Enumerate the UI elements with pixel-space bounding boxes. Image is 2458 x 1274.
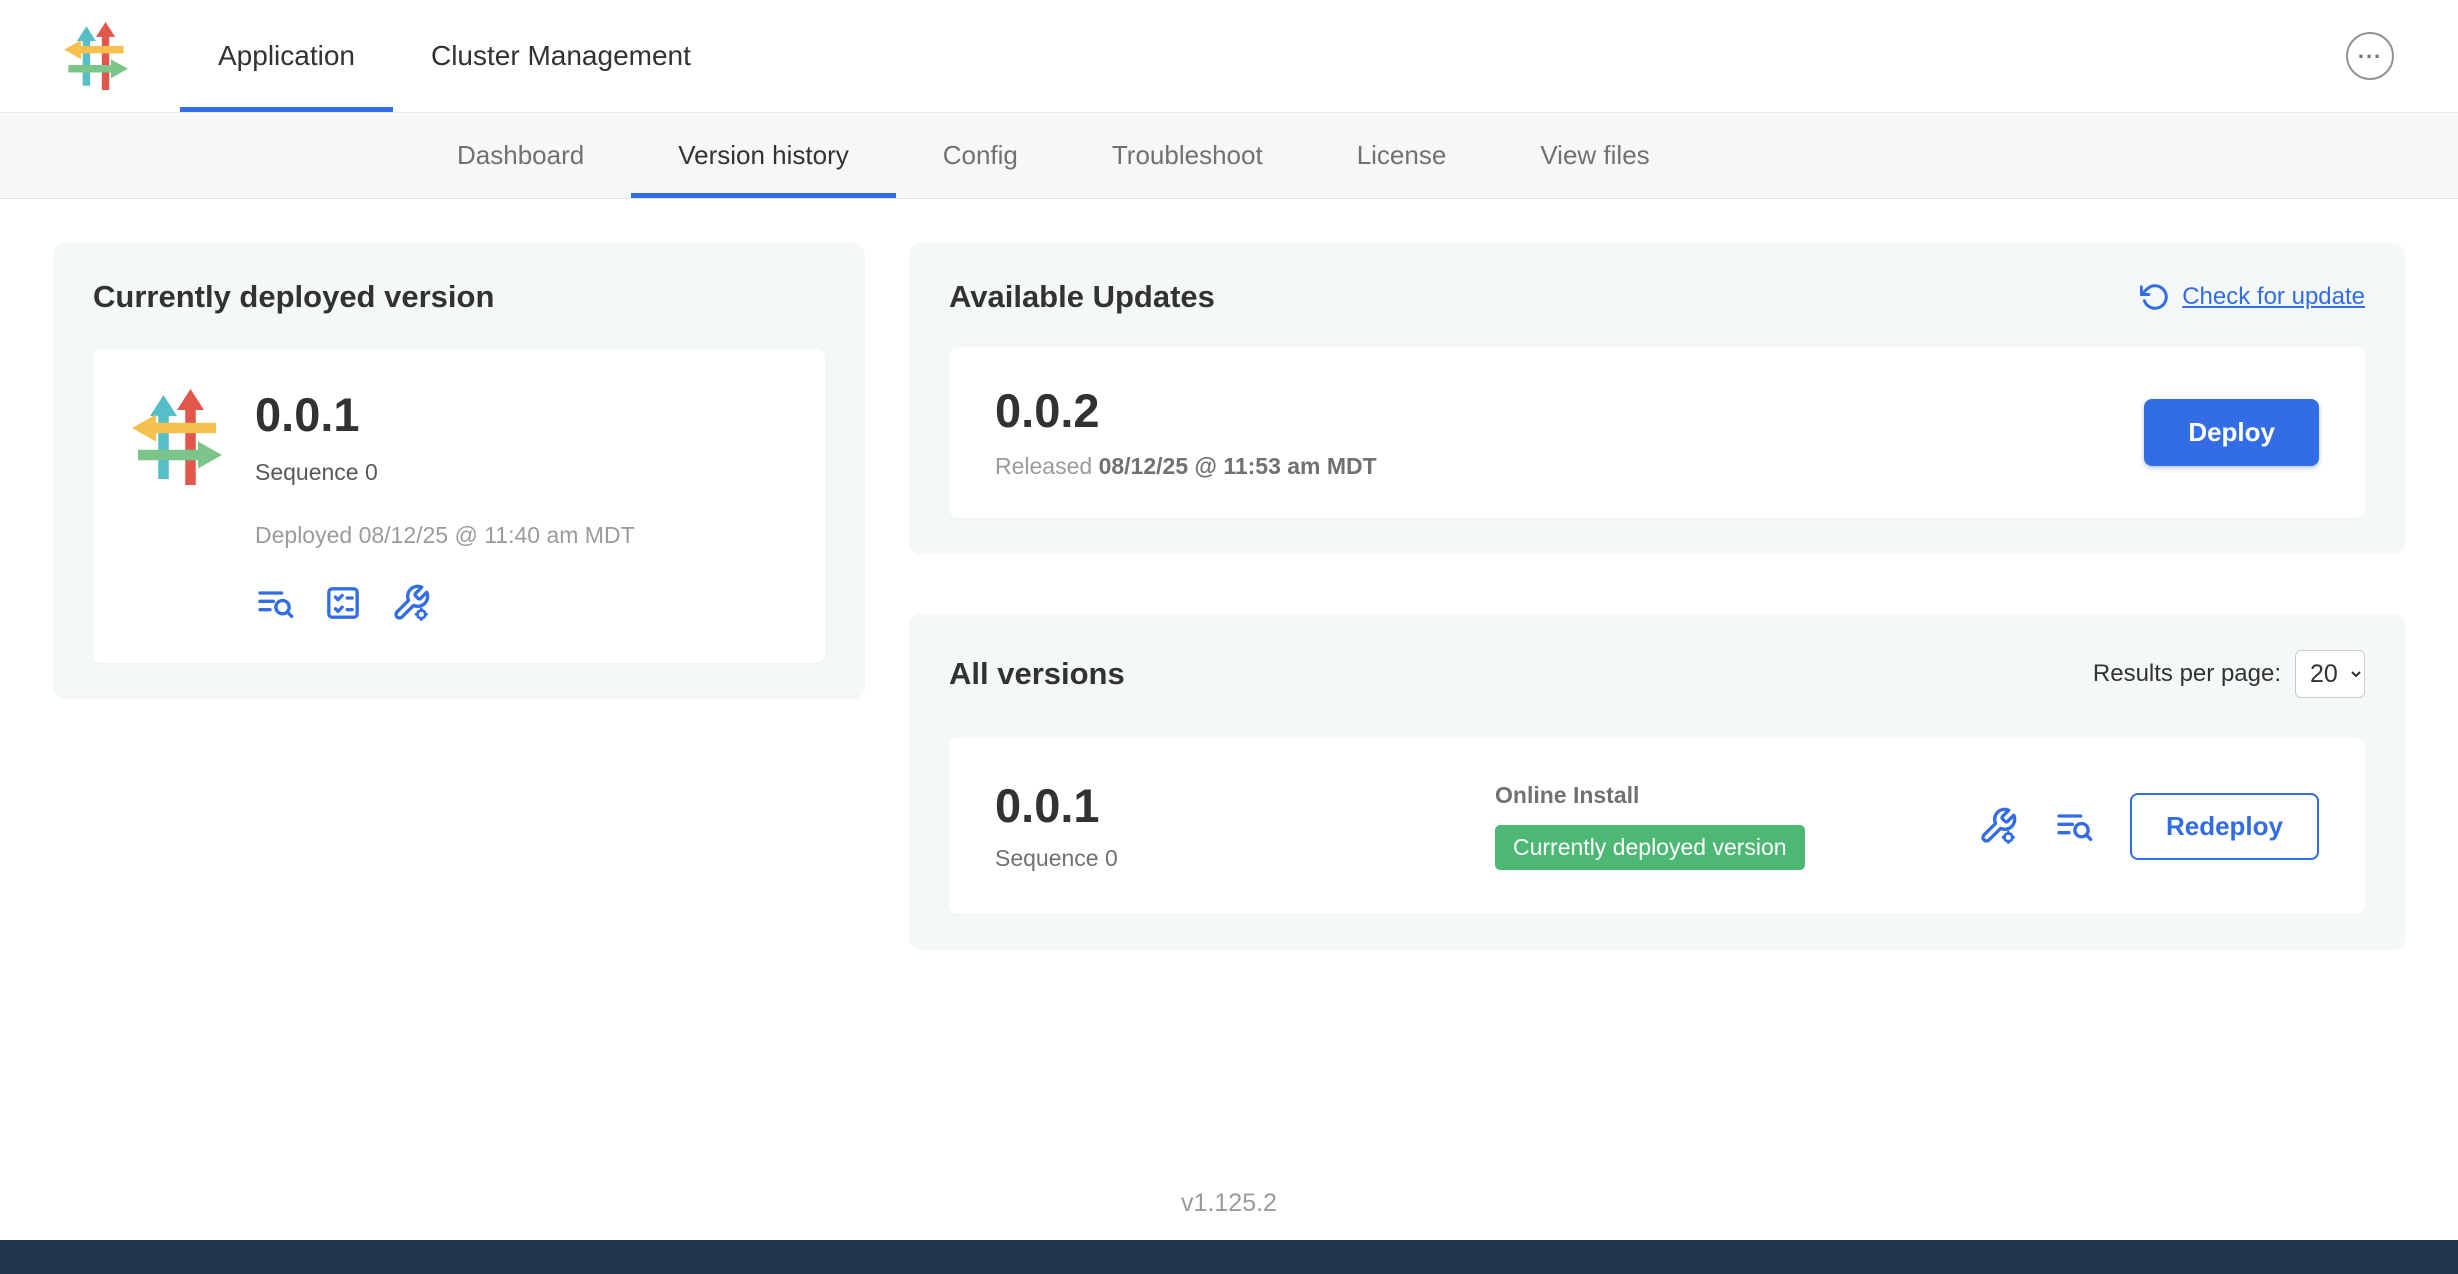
row-actions: Redeploy: [1978, 793, 2319, 860]
deployed-actions: [255, 583, 635, 623]
subnav-item-version-history[interactable]: Version history: [631, 113, 896, 198]
update-row: 0.0.2 Released 08/12/25 @ 11:53 am MDT D…: [949, 347, 2365, 518]
currently-deployed-badge: Currently deployed version: [1495, 825, 1805, 870]
version-row: 0.0.1 Sequence 0 Online Install Currentl…: [949, 738, 2365, 915]
top-header: Application Cluster Management ...: [0, 0, 2458, 113]
released-date: 08/12/25 @ 11:53 am MDT: [1099, 453, 1377, 479]
check-for-update-link[interactable]: Check for update: [2140, 282, 2365, 312]
header-spacer: [729, 0, 2346, 112]
currently-deployed-card: Currently deployed version: [53, 243, 865, 699]
results-per-page: Results per page: 20: [2093, 650, 2365, 698]
deployed-timestamp: Deployed 08/12/25 @ 11:40 am MDT: [255, 522, 635, 549]
release-notes-icon[interactable]: [255, 583, 295, 623]
console-version: v1.125.2: [0, 1189, 2458, 1240]
released-prefix: Released: [995, 453, 1092, 479]
row-release-notes-icon[interactable]: [2054, 806, 2094, 846]
check-for-update-label: Check for update: [2182, 283, 2365, 311]
footer: v1.125.2: [0, 1189, 2458, 1274]
tab-cluster-management[interactable]: Cluster Management: [393, 0, 729, 112]
ellipsis-icon: ...: [2358, 38, 2382, 64]
all-versions-title: All versions: [949, 656, 1125, 692]
all-versions-card: All versions Results per page: 20 0.0.1 …: [909, 614, 2405, 951]
subnav-item-view-files[interactable]: View files: [1493, 113, 1696, 198]
redeploy-button[interactable]: Redeploy: [2130, 793, 2319, 860]
subnav-item-config[interactable]: Config: [896, 113, 1065, 198]
subnav-item-dashboard[interactable]: Dashboard: [410, 113, 631, 198]
available-updates-title: Available Updates: [949, 279, 1215, 315]
row-config-wrench-icon[interactable]: [1978, 806, 2018, 846]
row-sequence: Sequence 0: [995, 845, 1495, 872]
results-per-page-select[interactable]: 20: [2295, 650, 2365, 698]
deployed-version-number: 0.0.1: [255, 389, 635, 441]
update-version-number: 0.0.2: [995, 385, 2144, 437]
currently-deployed-title: Currently deployed version: [93, 279, 825, 315]
subnav-item-troubleshoot[interactable]: Troubleshoot: [1065, 113, 1310, 198]
available-updates-card: Available Updates Check for update: [909, 243, 2405, 554]
app-subnav: Dashboard Version history Config Trouble…: [0, 113, 2458, 199]
preflight-checks-icon[interactable]: [323, 583, 363, 623]
main-content: Currently deployed version: [0, 199, 2458, 1189]
deploy-button[interactable]: Deploy: [2144, 399, 2319, 466]
app-logo-icon: [62, 22, 130, 90]
app-logo: [60, 20, 132, 92]
released-timestamp: Released 08/12/25 @ 11:53 am MDT: [995, 453, 2144, 480]
right-column: Available Updates Check for update: [909, 243, 2405, 950]
deployed-sequence: Sequence 0: [255, 459, 635, 486]
more-menu-button[interactable]: ...: [2346, 32, 2394, 80]
row-version-number: 0.0.1: [995, 780, 1495, 832]
tab-application[interactable]: Application: [180, 0, 393, 112]
app-version-logo: [129, 389, 225, 485]
footer-bar: [0, 1240, 2458, 1274]
install-type-label: Online Install: [1495, 782, 1978, 809]
subnav-item-license[interactable]: License: [1310, 113, 1494, 198]
top-tabs: Application Cluster Management: [180, 0, 729, 112]
deployed-version-panel: 0.0.1 Sequence 0 Deployed 08/12/25 @ 11:…: [93, 349, 825, 663]
refresh-icon: [2140, 282, 2170, 312]
app-logo-icon: [129, 389, 225, 485]
page: Application Cluster Management ... Dashb…: [0, 0, 2458, 1274]
config-wrench-icon[interactable]: [391, 583, 431, 623]
results-per-page-label: Results per page:: [2093, 660, 2281, 688]
